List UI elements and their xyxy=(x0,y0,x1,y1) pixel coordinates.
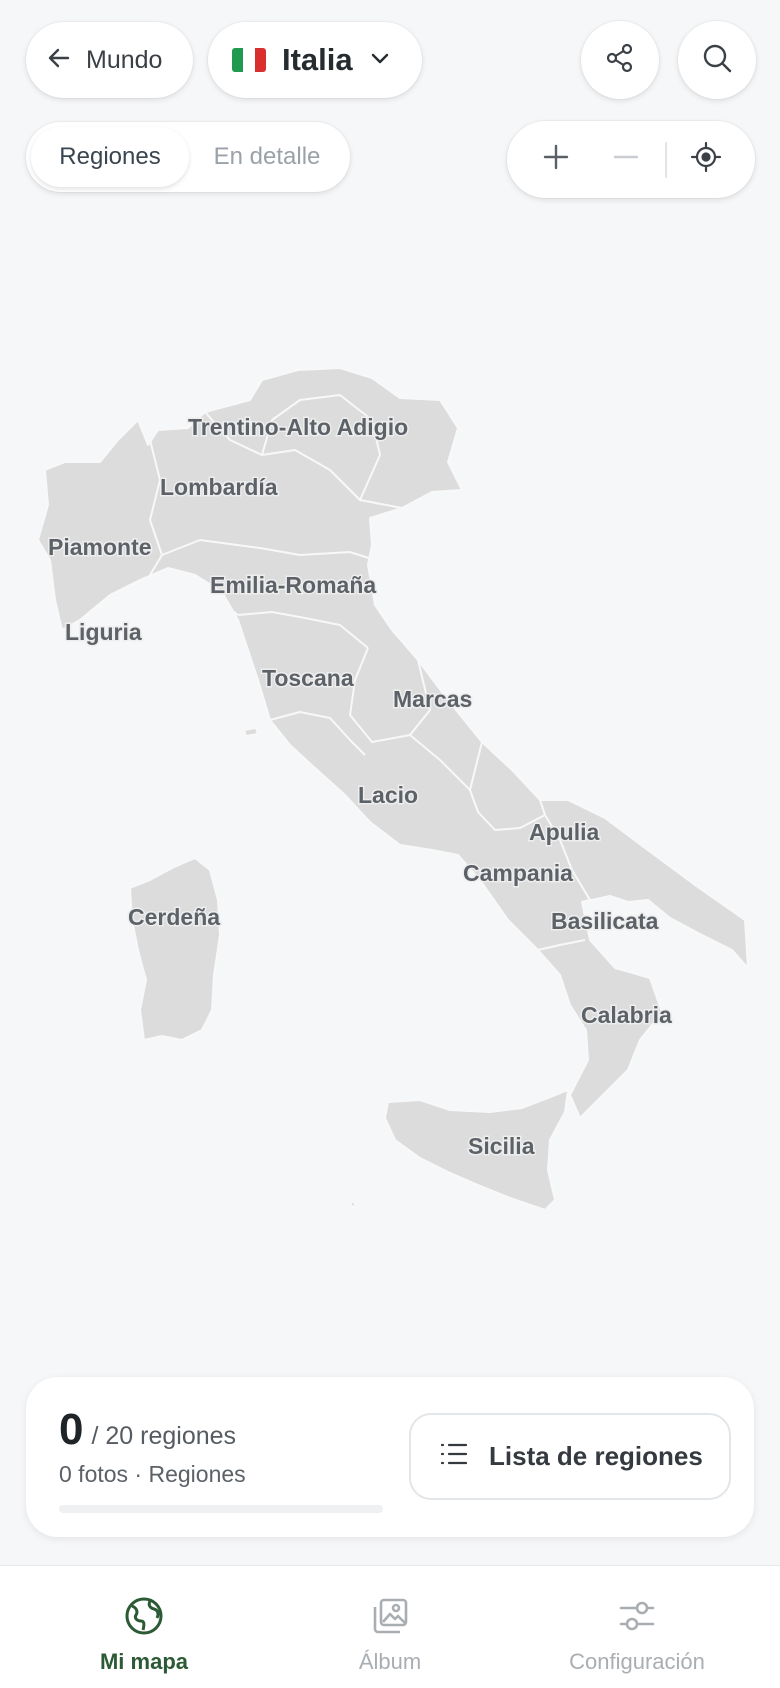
zoom-in-button[interactable] xyxy=(521,121,591,198)
total-regions: / 20 regiones xyxy=(91,1422,237,1450)
map-label-emilia: Emilia-Romaña xyxy=(210,572,376,598)
back-to-world-button[interactable]: Mundo xyxy=(26,22,193,98)
map-label-cerdena: Cerdeña xyxy=(128,904,220,930)
controls-divider xyxy=(665,141,667,178)
map-sardinia[interactable] xyxy=(129,857,221,1041)
map-label-basilicata: Basilicata xyxy=(551,908,659,934)
arrow-left-icon xyxy=(46,45,72,76)
locate-icon xyxy=(690,141,722,178)
map-label-piamonte: Piamonte xyxy=(48,534,152,560)
flag-stripe-green xyxy=(232,48,244,72)
flag-stripe-white xyxy=(243,48,255,72)
zoom-out-button[interactable] xyxy=(591,121,661,198)
nav-settings[interactable]: Configuración xyxy=(507,1566,767,1688)
sliders-icon xyxy=(617,1596,657,1641)
progress-card: 0 / 20 regiones 0 fotos · Regiones Lista… xyxy=(26,1377,754,1537)
map-controls xyxy=(507,121,755,198)
view-mode-toggle: Regiones En detalle xyxy=(26,122,350,192)
map-label-toscana: Toscana xyxy=(262,665,354,691)
map-label-trentino: Trentino-Alto Adigio xyxy=(188,414,408,440)
visited-count: 0 xyxy=(59,1405,84,1454)
country-name: Italia xyxy=(282,42,353,77)
nav-my-map-label: Mi mapa xyxy=(99,1649,189,1674)
chevron-down-icon xyxy=(369,47,391,74)
share-button[interactable] xyxy=(581,21,659,99)
map-label-marcas: Marcas xyxy=(393,686,472,712)
search-icon xyxy=(701,42,733,79)
bottom-navigation: Mi mapa Álbum Configuración xyxy=(0,1565,780,1688)
region-list-button[interactable]: Lista de regiones xyxy=(409,1413,731,1500)
map-elba-island[interactable] xyxy=(243,727,259,737)
progress-bar xyxy=(59,1505,383,1513)
nav-settings-label: Configuración xyxy=(569,1649,705,1674)
minus-icon xyxy=(612,143,640,176)
map-label-campania: Campania xyxy=(463,860,573,886)
map-label-sicilia: Sicilia xyxy=(468,1133,535,1159)
region-list-label: Lista de regiones xyxy=(489,1441,703,1471)
visited-count-row: 0 / 20 regiones xyxy=(59,1405,236,1455)
map-label-apulia: Apulia xyxy=(529,819,599,845)
italy-map[interactable]: Trentino-Alto Adigio Lombardía Piamonte … xyxy=(0,330,780,1230)
photos-subtitle: 0 fotos · Regiones xyxy=(59,1461,246,1487)
map-small-island[interactable] xyxy=(349,1199,357,1209)
globe-icon xyxy=(124,1596,164,1641)
share-icon xyxy=(604,42,636,79)
map-label-calabria: Calabria xyxy=(581,1002,672,1028)
search-button[interactable] xyxy=(678,21,756,99)
mode-detailed[interactable]: En detalle xyxy=(189,127,345,187)
plus-icon xyxy=(542,143,570,176)
nav-album[interactable]: Álbum xyxy=(260,1566,520,1688)
list-icon xyxy=(439,1441,469,1472)
album-icon xyxy=(370,1596,410,1641)
map-label-liguria: Liguria xyxy=(65,619,142,645)
italy-flag-icon xyxy=(232,48,266,72)
map-label-lombardia: Lombardía xyxy=(160,474,278,500)
country-selector[interactable]: Italia xyxy=(208,22,422,98)
nav-my-map[interactable]: Mi mapa xyxy=(14,1566,274,1688)
mode-regions[interactable]: Regiones xyxy=(31,127,189,187)
nav-album-label: Álbum xyxy=(358,1649,422,1674)
flag-stripe-red xyxy=(254,48,266,72)
back-button-label: Mundo xyxy=(86,45,163,74)
locate-button[interactable] xyxy=(671,121,741,198)
map-label-lacio: Lacio xyxy=(358,782,418,808)
